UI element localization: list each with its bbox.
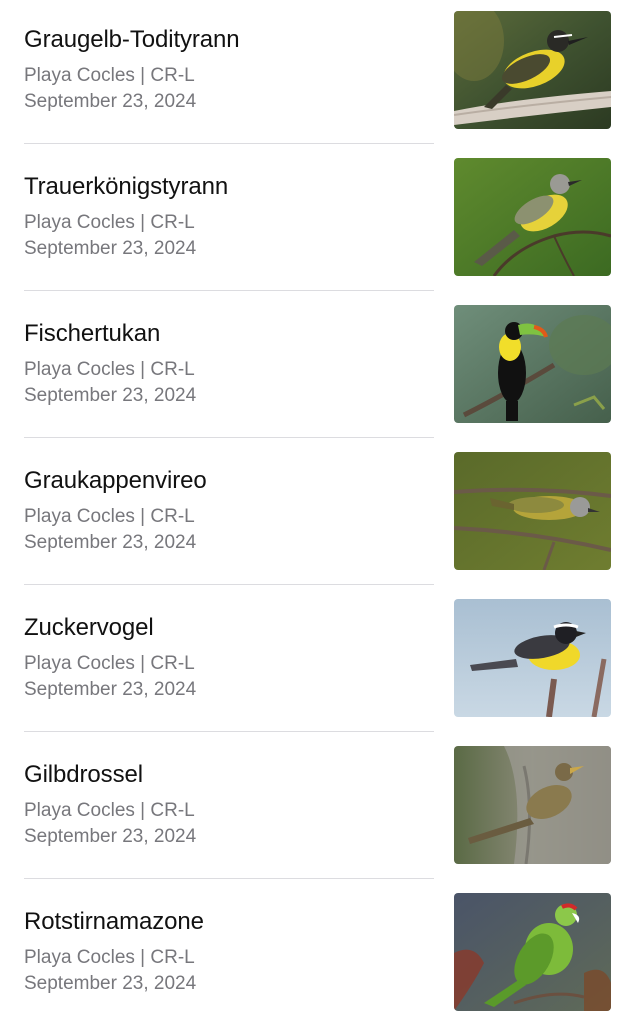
sighting-row[interactable]: Graugelb-Todityrann Playa Cocles | CR-L … bbox=[0, 0, 634, 147]
bird-name: Gilbdrossel bbox=[24, 761, 143, 788]
sighting-location: Playa Cocles | CR-L bbox=[24, 653, 195, 674]
sighting-row[interactable]: Rotstirnamazone Playa Cocles | CR-L Sept… bbox=[0, 882, 634, 1029]
bird-name: Trauerkönigstyrann bbox=[24, 173, 229, 200]
bird-photo-image bbox=[454, 11, 611, 129]
sighting-date: September 23, 2024 bbox=[24, 91, 197, 112]
row-divider bbox=[24, 143, 434, 144]
sighting-date: September 23, 2024 bbox=[24, 532, 197, 553]
sighting-row[interactable]: Fischertukan Playa Cocles | CR-L Septemb… bbox=[0, 294, 634, 441]
sighting-date: September 23, 2024 bbox=[24, 826, 197, 847]
bird-photo-image bbox=[454, 893, 611, 1011]
sighting-date: September 23, 2024 bbox=[24, 238, 197, 259]
bird-photo[interactable] bbox=[454, 11, 611, 129]
sighting-location: Playa Cocles | CR-L bbox=[24, 800, 195, 821]
sighting-date: September 23, 2024 bbox=[24, 973, 197, 994]
bird-photo[interactable] bbox=[454, 746, 611, 864]
bird-photo-image bbox=[454, 599, 611, 717]
bird-photo-image bbox=[454, 305, 611, 423]
bird-name: Rotstirnamazone bbox=[24, 908, 204, 935]
bird-photo[interactable] bbox=[454, 893, 611, 1011]
bird-name: Graukappenvireo bbox=[24, 467, 207, 494]
sighting-location: Playa Cocles | CR-L bbox=[24, 506, 195, 527]
bird-name: Zuckervogel bbox=[24, 614, 154, 641]
sighting-row[interactable]: Gilbdrossel Playa Cocles | CR-L Septembe… bbox=[0, 735, 634, 882]
bird-photo-image bbox=[454, 746, 611, 864]
row-divider bbox=[24, 290, 434, 291]
sighting-location: Playa Cocles | CR-L bbox=[24, 359, 195, 380]
sighting-location: Playa Cocles | CR-L bbox=[24, 65, 195, 86]
bird-photo[interactable] bbox=[454, 305, 611, 423]
bird-photo[interactable] bbox=[454, 158, 611, 276]
sighting-row[interactable]: Zuckervogel Playa Cocles | CR-L Septembe… bbox=[0, 588, 634, 735]
sighting-date: September 23, 2024 bbox=[24, 679, 197, 700]
bird-photo[interactable] bbox=[454, 599, 611, 717]
bird-photo-image bbox=[454, 158, 611, 276]
sighting-location: Playa Cocles | CR-L bbox=[24, 212, 195, 233]
row-divider bbox=[24, 731, 434, 732]
bird-photo-image bbox=[454, 452, 611, 570]
bird-photo[interactable] bbox=[454, 452, 611, 570]
bird-name: Fischertukan bbox=[24, 320, 161, 347]
row-divider bbox=[24, 878, 434, 879]
row-divider bbox=[24, 584, 434, 585]
sighting-row[interactable]: Graukappenvireo Playa Cocles | CR-L Sept… bbox=[0, 441, 634, 588]
sighting-date: September 23, 2024 bbox=[24, 385, 197, 406]
sighting-row[interactable]: Trauerkönigstyrann Playa Cocles | CR-L S… bbox=[0, 147, 634, 294]
bird-name: Graugelb-Todityrann bbox=[24, 26, 240, 53]
sighting-location: Playa Cocles | CR-L bbox=[24, 947, 195, 968]
row-divider bbox=[24, 437, 434, 438]
